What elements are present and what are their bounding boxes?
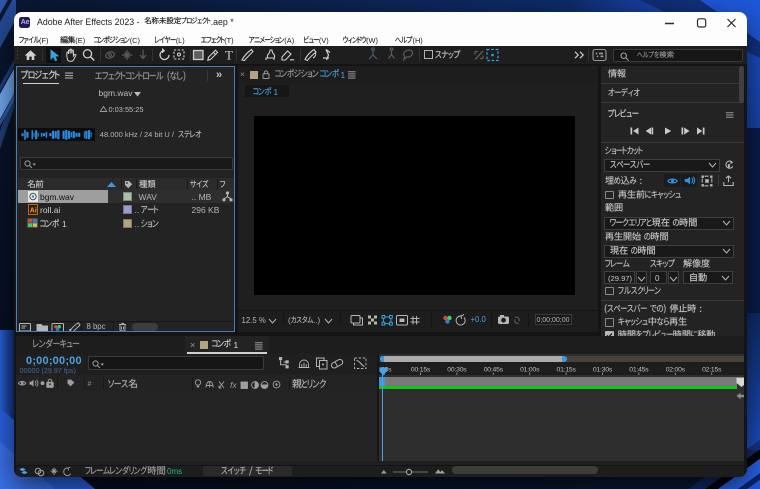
svg-text:00:30s: 00:30s <box>447 367 467 374</box>
svg-text:01:45s: 01:45s <box>629 367 649 374</box>
svg-text:02:00s: 02:00s <box>665 367 685 374</box>
svg-text:fx: fx <box>230 380 237 390</box>
svg-text:01:30s: 01:30s <box>592 367 612 374</box>
svg-text:00:15s: 00:15s <box>410 367 430 374</box>
svg-text:00:45s: 00:45s <box>483 367 503 374</box>
svg-text:T: T <box>225 48 233 63</box>
svg-text:02:15s: 02:15s <box>702 367 722 374</box>
svg-text:01:15s: 01:15s <box>556 367 576 374</box>
svg-text:01:00s: 01:00s <box>520 367 540 374</box>
svg-text:Ai: Ai <box>29 208 36 215</box>
